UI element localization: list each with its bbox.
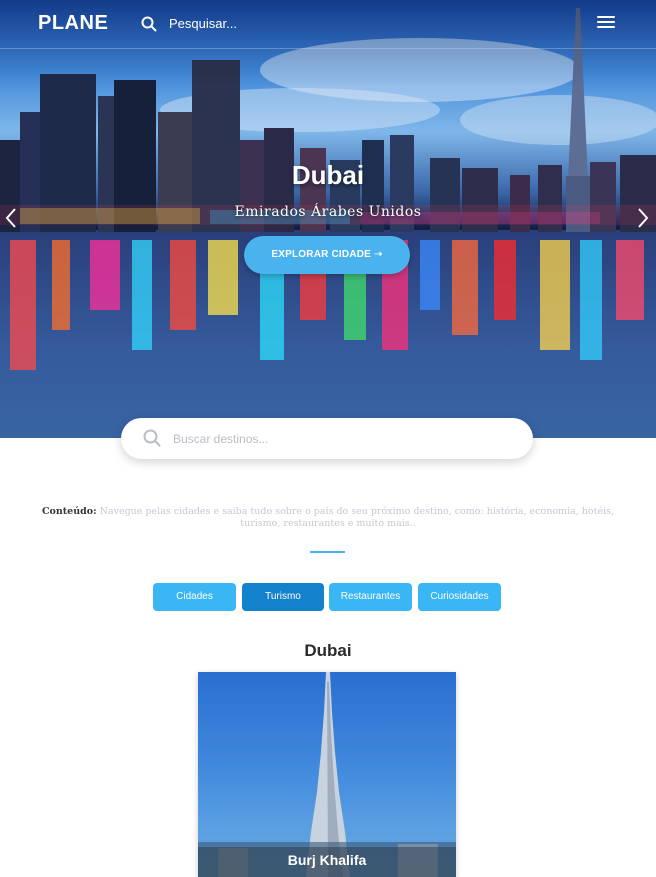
explore-city-button[interactable]: EXPLORAR CIDADE ➝ [244,236,410,274]
search-icon [143,429,161,447]
nav-search-label[interactable]: Pesquisar... [169,16,237,31]
destination-search [121,418,533,459]
search-input[interactable] [171,426,505,452]
content-text: Navegue pelas cidades e saiba tudo sobre… [99,506,615,529]
tab-turismo[interactable]: Turismo [242,583,324,611]
hero-subtitle: Emirados Árabes Unidos [234,204,422,220]
tab-cidades[interactable]: Cidades [153,583,236,611]
logo[interactable]: PLANE [38,12,108,35]
hero-title: Dubai [291,160,365,190]
content-label: Conteúdo: [41,506,97,517]
section-title: Dubai [304,641,352,660]
search-icon[interactable] [141,16,157,32]
top-nav: PLANE Pesquisar... [0,0,656,49]
hero-banner: PLANE Pesquisar... Dubai Emirados Árabes… [0,0,656,438]
tab-curiosidades[interactable]: Curiosidades [418,583,501,611]
divider [310,551,345,553]
card-caption: Burj Khalifa [198,847,456,877]
attraction-card[interactable]: Burj Khalifa [198,672,456,877]
content-description: Conteúdo: Navegue pelas cidades e saiba … [22,506,634,530]
menu-icon[interactable] [597,16,615,30]
tab-restaurantes[interactable]: Restaurantes [329,583,412,611]
